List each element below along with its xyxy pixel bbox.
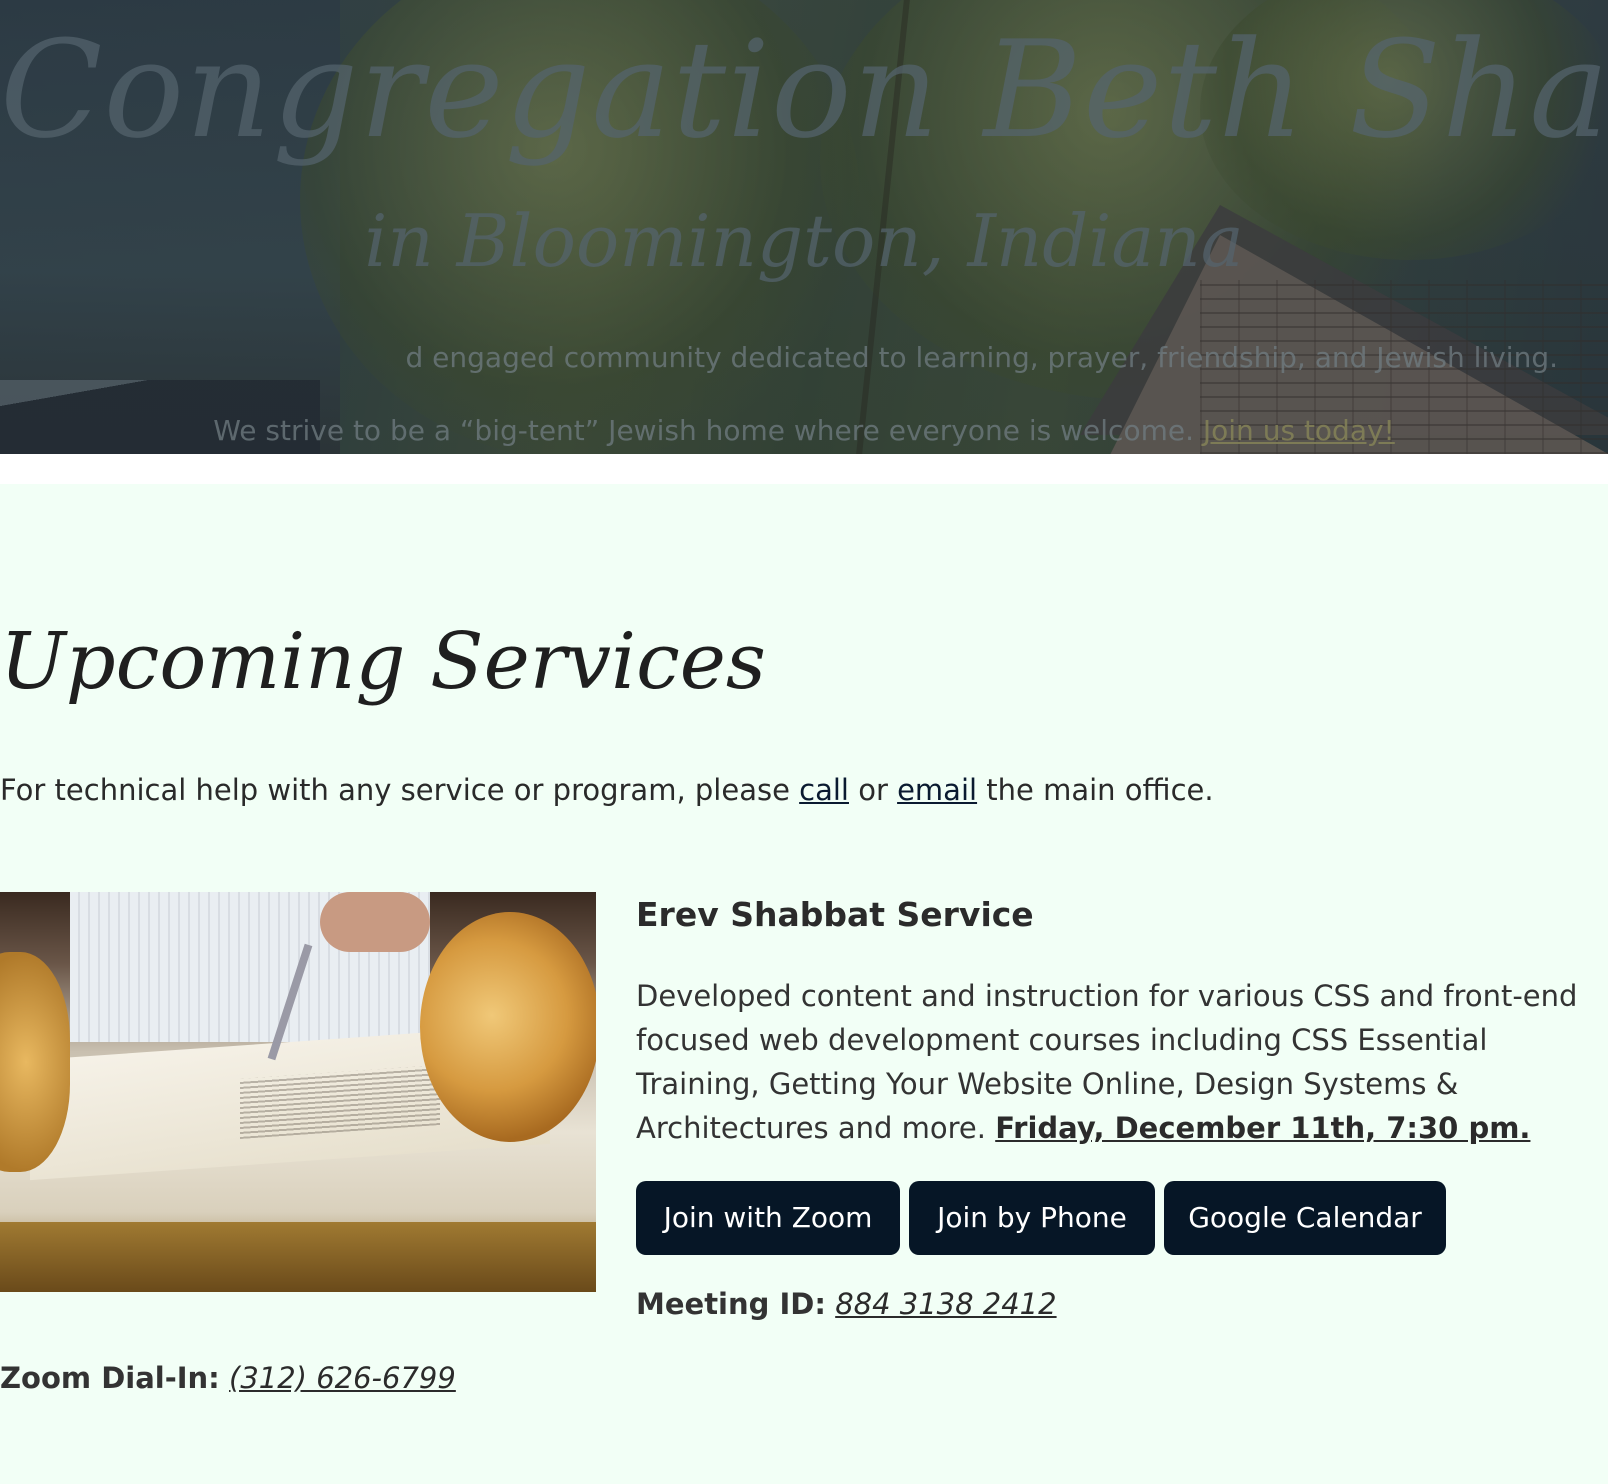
dial-in-number-link[interactable]: (312) 626-6799 xyxy=(229,1361,456,1395)
service-description: Developed content and instruction for va… xyxy=(636,974,1586,1150)
join-with-zoom-button[interactable]: Join with Zoom xyxy=(636,1181,900,1255)
join-by-phone-button[interactable]: Join by Phone xyxy=(909,1181,1155,1255)
torah-scroll-image xyxy=(0,892,596,1292)
technical-help-text: For technical help with any service or p… xyxy=(0,772,1214,808)
hero-tagline: d engaged community dedicated to learnin… xyxy=(405,341,1558,374)
google-calendar-button[interactable]: Google Calendar xyxy=(1164,1181,1446,1255)
service-actions: Join with Zoom Join by Phone Google Cale… xyxy=(636,1181,1446,1255)
call-link[interactable]: call xyxy=(799,773,849,807)
help-text-suffix: the main office. xyxy=(977,773,1214,807)
torah-scroll-image-part xyxy=(0,1222,596,1292)
service-title: Erev Shabbat Service xyxy=(636,895,1034,934)
zoom-dial-in: Zoom Dial-In: (312) 626-6799 xyxy=(0,1360,456,1396)
torah-scroll-image-part xyxy=(420,912,596,1142)
meeting-id: Meeting ID: 884 3138 2412 xyxy=(636,1286,1057,1322)
join-us-link[interactable]: Join us today! xyxy=(1203,414,1395,447)
hero-welcome-text: We strive to be a “big-tent” Jewish home… xyxy=(213,414,1194,447)
service-date-time[interactable]: Friday, December 11th, 7:30 pm. xyxy=(995,1111,1530,1145)
torah-scroll-image-part xyxy=(320,892,430,952)
meeting-id-label: Meeting ID: xyxy=(636,1287,826,1321)
meeting-id-value[interactable]: 884 3138 2412 xyxy=(835,1287,1056,1321)
section-heading: Upcoming Services xyxy=(0,617,766,707)
hero-welcome: We strive to be a “big-tent” Jewish home… xyxy=(0,413,1608,449)
hero-banner: Congregation Beth Shalom in Bloomington,… xyxy=(0,0,1608,454)
services-section: Upcoming Services For technical help wit… xyxy=(0,484,1608,1484)
email-link[interactable]: email xyxy=(897,773,977,807)
help-text-prefix: For technical help with any service or p… xyxy=(0,773,800,807)
site-subtitle: in Bloomington, Indiana xyxy=(364,199,1244,283)
site-title: Congregation Beth Shalom xyxy=(0,12,1608,168)
dial-in-label: Zoom Dial-In: xyxy=(0,1361,220,1395)
help-text-middle: or xyxy=(848,773,898,807)
